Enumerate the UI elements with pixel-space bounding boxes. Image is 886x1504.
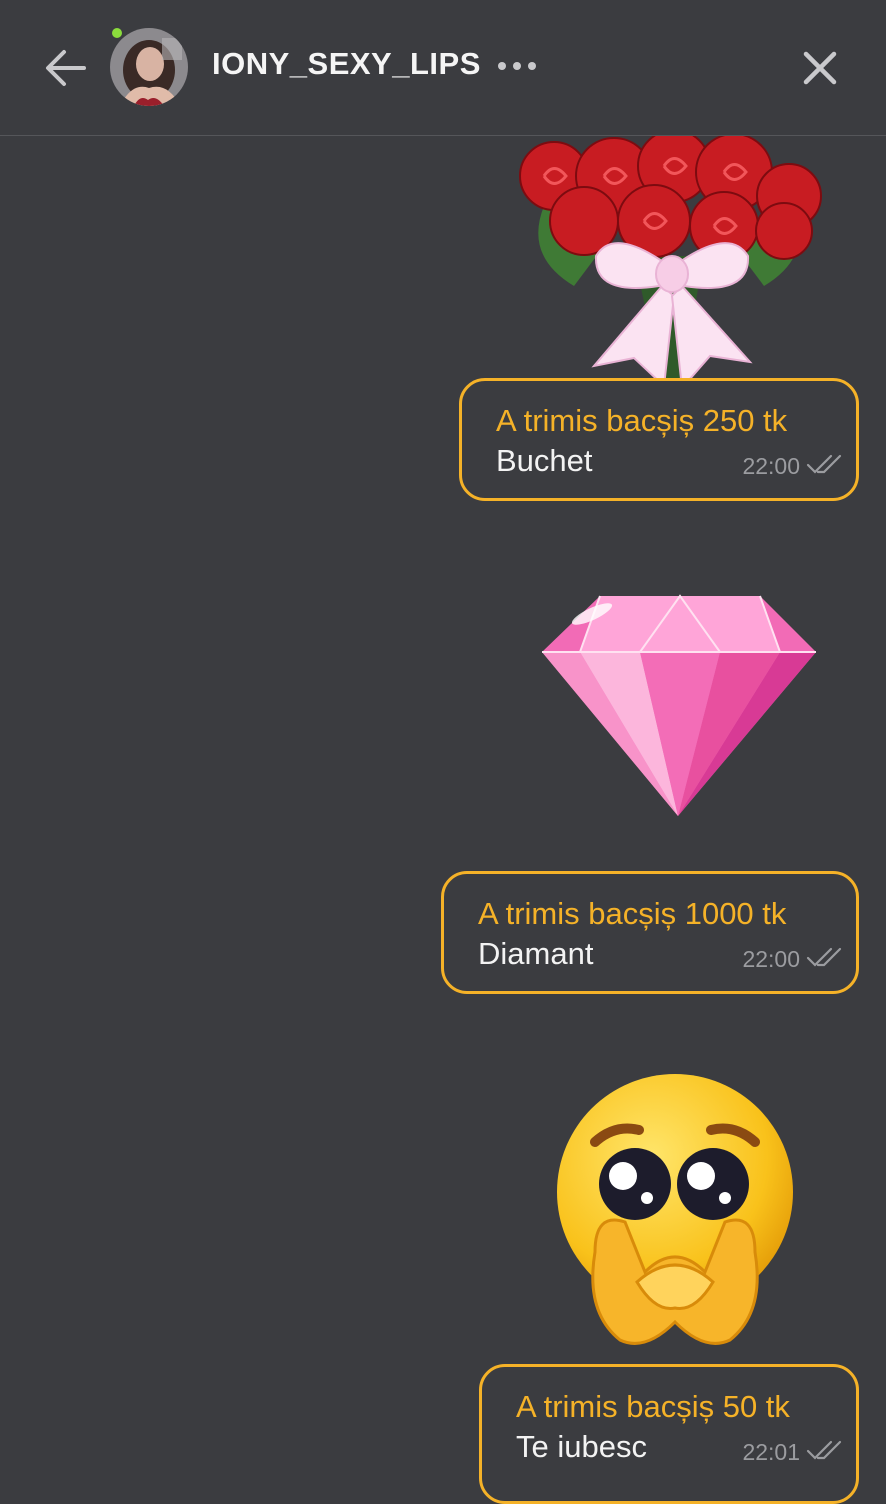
pleading-face-heart-hands-sticker	[557, 1074, 793, 1345]
tip-message-bubble[interactable]: A trimis bacșiș 50 tk Te iubesc 22:01	[479, 1364, 859, 1504]
tip-message-bubble[interactable]: A trimis bacșiș 1000 tk Diamant 22:00	[441, 871, 859, 994]
gift-name-text: Diamant	[478, 936, 594, 971]
gift-name-text: Te iubesc	[516, 1429, 647, 1464]
chat-header: IONY_SEXY_LIPS	[0, 0, 886, 136]
message-time: 22:01	[742, 1439, 800, 1465]
rose-bouquet-sticker	[519, 136, 822, 394]
close-icon[interactable]	[800, 48, 840, 88]
tip-amount-text: A trimis bacșiș 250 tk	[496, 403, 788, 438]
message-time: 22:00	[742, 946, 800, 972]
avatar[interactable]	[110, 28, 188, 106]
pink-diamond-sticker	[542, 594, 816, 816]
tip-amount-text: A trimis bacșiș 1000 tk	[478, 896, 787, 931]
online-status-dot	[112, 28, 122, 38]
arrow-left-icon[interactable]	[40, 46, 90, 90]
double-check-icon	[806, 947, 842, 967]
tip-amount-text: A trimis bacșiș 50 tk	[516, 1389, 790, 1424]
double-check-icon	[806, 1440, 842, 1460]
gift-name-text: Buchet	[496, 443, 593, 478]
more-horizontal-icon[interactable]	[496, 58, 538, 74]
double-check-icon	[806, 454, 842, 474]
tip-message-bubble[interactable]: A trimis bacșiș 250 tk Buchet 22:00	[459, 378, 859, 501]
chat-username[interactable]: IONY_SEXY_LIPS	[212, 46, 481, 82]
message-time: 22:00	[742, 453, 800, 479]
